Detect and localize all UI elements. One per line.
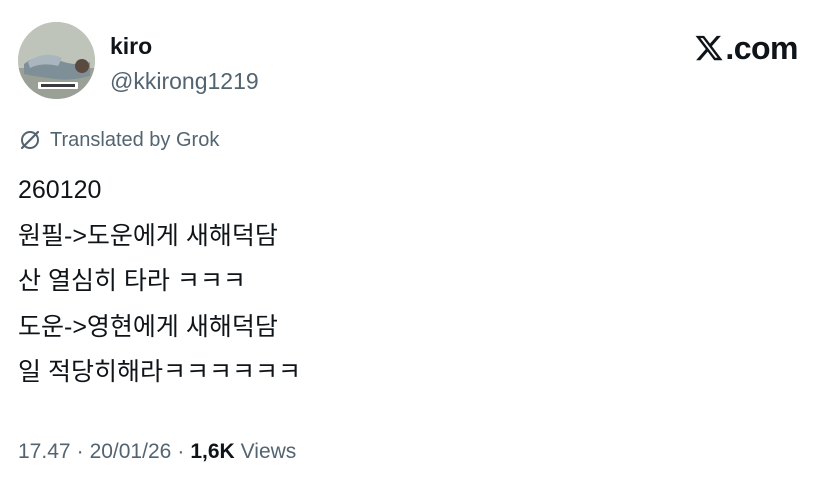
tweet-header: kiro @kkirong1219 .com — [18, 22, 798, 102]
tweet-line: 260120 — [18, 176, 102, 204]
translation-label: Translated by Grok — [18, 128, 219, 152]
author-handle[interactable]: @kkirong1219 — [110, 66, 259, 96]
logo-text: .com — [725, 29, 798, 66]
x-com-logo: .com — [694, 30, 798, 66]
meta-separator: · — [76, 440, 84, 463]
meta-separator: · — [177, 440, 185, 463]
views-label: Views — [240, 440, 297, 463]
profile-photo — [18, 22, 95, 99]
author-display-name[interactable]: kiro — [110, 32, 259, 60]
tweet-line: 도운->영현에게 새해덕담 — [18, 312, 278, 341]
grok-icon — [20, 130, 40, 150]
author-names: kiro @kkirong1219 — [110, 32, 259, 96]
tweet-line: 원필->도운에게 새해덕담 — [18, 221, 278, 250]
translation-text: Translated by Grok — [50, 128, 220, 151]
tweet-meta: 17.47 · 20/01/26 · 1,6K Views — [18, 440, 296, 464]
tweet-line: 산 열심히 타라 ㅋㅋㅋ — [18, 267, 246, 295]
tweet-date[interactable]: 20/01/26 — [90, 440, 172, 464]
x-logo-icon — [695, 35, 723, 61]
views-count[interactable]: 1,6K — [190, 440, 234, 464]
avatar[interactable] — [18, 22, 95, 99]
tweet-text: 260120 원필->도운에게 새해덕담 산 열심히 타라 ㅋㅋㅋ 도운->영현… — [18, 168, 301, 396]
tweet-time[interactable]: 17.47 — [18, 440, 71, 464]
tweet-line: 일 적당히해라ㅋㅋㅋㅋㅋㅋ — [18, 358, 301, 386]
